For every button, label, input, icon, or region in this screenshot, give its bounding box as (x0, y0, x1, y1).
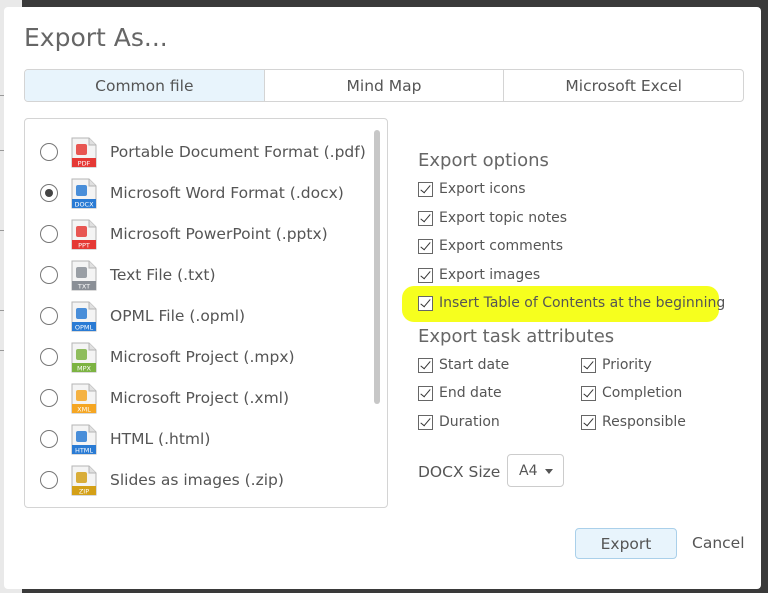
export-images-checkbox[interactable]: Export images (418, 267, 540, 283)
checkbox-box[interactable] (581, 414, 596, 430)
cancel-button[interactable]: Cancel (692, 534, 745, 552)
checkbox-box[interactable] (418, 238, 433, 254)
end-date-checkbox[interactable]: End date (418, 385, 502, 401)
insert-toc-checkbox[interactable]: Insert Table of Contents at the beginnin… (418, 295, 725, 311)
task-attributes-title: Export task attributes (418, 326, 615, 347)
format-label: Text File (.txt) (110, 266, 216, 284)
checkbox-box[interactable] (418, 357, 433, 373)
format-label: Microsoft Project (.xml) (110, 389, 290, 407)
duration-checkbox[interactable]: Duration (418, 414, 500, 430)
checkbox-label: Priority (602, 357, 652, 373)
format-label: Microsoft Project (.mpx) (110, 348, 295, 366)
format-option[interactable]: XML Microsoft Project (.xml) (25, 378, 375, 418)
format-radio[interactable] (40, 471, 58, 489)
format-option[interactable]: DOCX Microsoft Word Format (.docx) (25, 173, 375, 213)
docx-size-select[interactable]: A4 (507, 454, 564, 487)
svg-text:DOCX: DOCX (74, 200, 94, 208)
format-option[interactable]: HTML HTML (.html) (25, 419, 375, 459)
checkbox-box[interactable] (418, 414, 433, 430)
opml-file-icon: OPML (71, 301, 97, 332)
export-icons-checkbox[interactable]: Export icons (418, 181, 526, 197)
checkbox-label: Duration (439, 414, 500, 430)
format-option[interactable]: TXT Text File (.txt) (25, 255, 375, 295)
tab-mind-map[interactable]: Mind Map (265, 70, 505, 101)
format-label: HTML (.html) (110, 430, 211, 448)
txt-file-icon: TXT (71, 260, 97, 291)
format-radio[interactable] (40, 389, 58, 407)
svg-text:OPML: OPML (75, 323, 94, 331)
checkbox-box[interactable] (418, 295, 433, 311)
format-label: Slides as images (.zip) (110, 471, 284, 489)
svg-text:MPX: MPX (77, 364, 92, 372)
format-list: PDF Portable Document Format (.pdf) DOCX Mi… (24, 118, 388, 508)
format-label: Microsoft Word Format (.docx) (110, 184, 344, 202)
checkbox-label: Start date (439, 357, 510, 373)
format-option[interactable]: MPX Microsoft Project (.mpx) (25, 337, 375, 377)
checkbox-box[interactable] (581, 385, 596, 401)
svg-text:HTML: HTML (75, 446, 93, 454)
checkbox-box[interactable] (418, 181, 433, 197)
checkbox-label: Export icons (439, 181, 526, 197)
svg-text:XML: XML (77, 405, 91, 413)
mpx-file-icon: MPX (71, 342, 97, 373)
checkbox-label: Insert Table of Contents at the beginnin… (439, 295, 726, 311)
export-button[interactable]: Export (575, 528, 677, 559)
format-radio[interactable] (40, 184, 58, 202)
export-comments-checkbox[interactable]: Export comments (418, 238, 563, 254)
priority-checkbox[interactable]: Priority (581, 357, 652, 373)
tab-common-file[interactable]: Common file (25, 70, 265, 101)
format-option[interactable]: OPML OPML File (.opml) (25, 296, 375, 336)
checkbox-box[interactable] (418, 210, 433, 226)
checkbox-box[interactable] (418, 385, 433, 401)
tab-bar: Common file Mind Map Microsoft Excel (24, 69, 744, 102)
checkbox-label: Completion (602, 385, 683, 401)
checkbox-label: Responsible (602, 414, 686, 430)
format-radio[interactable] (40, 307, 58, 325)
pptx-file-icon: PPT (71, 219, 97, 250)
format-radio[interactable] (40, 348, 58, 366)
format-option[interactable]: ZIP Slides as images (.zip) (25, 460, 375, 500)
completion-checkbox[interactable]: Completion (581, 385, 682, 401)
tab-microsoft-excel[interactable]: Microsoft Excel (504, 70, 743, 101)
format-label: OPML File (.opml) (110, 307, 246, 325)
checkbox-label: Export topic notes (439, 210, 568, 226)
zip-file-icon: ZIP (71, 465, 97, 496)
format-label: Portable Document Format (.pdf) (110, 143, 366, 161)
format-radio[interactable] (40, 266, 58, 284)
checkbox-box[interactable] (581, 357, 596, 373)
chevron-down-icon (545, 469, 553, 474)
docx-size-value: A4 (519, 462, 538, 479)
checkbox-label: Export images (439, 267, 541, 283)
responsible-checkbox[interactable]: Responsible (581, 414, 686, 430)
dialog-title: Export As... (24, 23, 168, 52)
svg-text:PDF: PDF (78, 159, 91, 167)
export-topic-notes-checkbox[interactable]: Export topic notes (418, 210, 567, 226)
pdf-file-icon: PDF (71, 137, 97, 168)
format-radio[interactable] (40, 143, 58, 161)
svg-text:TXT: TXT (77, 282, 90, 290)
format-option[interactable]: PDF Portable Document Format (.pdf) (25, 132, 375, 172)
svg-text:ZIP: ZIP (79, 487, 89, 495)
docx-size-label: DOCX Size (418, 463, 501, 481)
format-radio[interactable] (40, 430, 58, 448)
export-options-title: Export options (418, 150, 549, 171)
docx-file-icon: DOCX (71, 178, 97, 209)
export-dialog: Export As... Common file Mind Map Micros… (4, 7, 761, 589)
checkbox-label: End date (439, 385, 502, 401)
format-radio[interactable] (40, 225, 58, 243)
svg-text:PPT: PPT (78, 241, 90, 249)
format-option[interactable]: PPT Microsoft PowerPoint (.pptx) (25, 214, 375, 254)
start-date-checkbox[interactable]: Start date (418, 357, 509, 373)
checkbox-box[interactable] (418, 267, 433, 283)
xml-file-icon: XML (71, 383, 97, 414)
format-label: Microsoft PowerPoint (.pptx) (110, 225, 328, 243)
html-file-icon: HTML (71, 424, 97, 455)
checkbox-label: Export comments (439, 238, 564, 254)
